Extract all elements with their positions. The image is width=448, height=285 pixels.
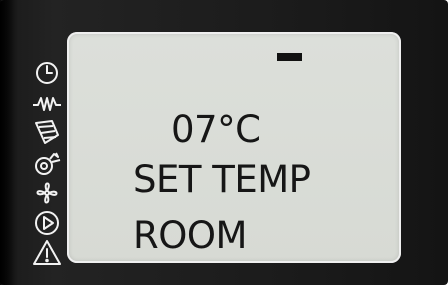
room-label: ROOM [133, 214, 247, 257]
waveform-icon [27, 88, 67, 118]
status-icon-strip [27, 58, 67, 273]
play-icon [27, 208, 67, 238]
alarm-warning-icon [27, 238, 67, 268]
temperature-readout: 07°C [171, 108, 261, 151]
segment-indicator [277, 53, 302, 61]
clock-icon [27, 58, 67, 88]
lcd-screen: 07°C SET TEMP ROOM [67, 32, 401, 263]
defrost-icon [27, 118, 67, 148]
controller-bezel: 07°C SET TEMP ROOM [0, 0, 448, 285]
fan-icon [27, 178, 67, 208]
compressor-icon [27, 148, 67, 178]
set-temp-label: SET TEMP [133, 158, 311, 201]
